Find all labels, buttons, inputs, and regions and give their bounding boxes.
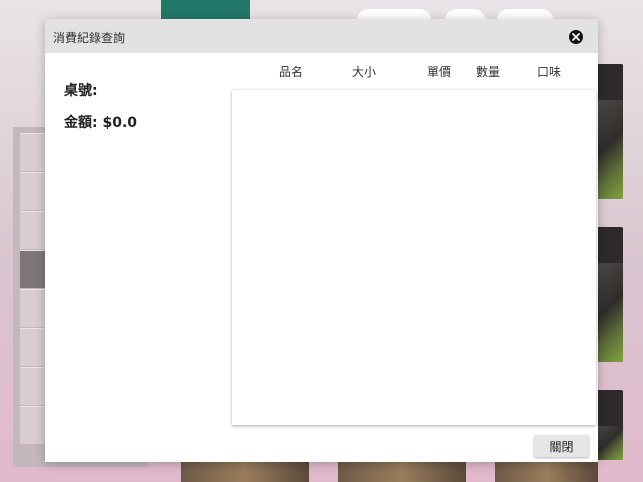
menu-card[interactable] bbox=[597, 227, 623, 362]
column-header-flavor: 口味 bbox=[537, 65, 562, 79]
menu-card-image bbox=[597, 100, 623, 199]
menu-card-price bbox=[597, 390, 623, 426]
amount-label: 金額: $0.0 bbox=[64, 115, 138, 131]
menu-item-photo[interactable] bbox=[495, 460, 598, 482]
dialog-header: 消費紀錄查詢 bbox=[45, 19, 598, 53]
sidebar-cell[interactable] bbox=[20, 133, 46, 171]
sidebar-cell[interactable] bbox=[20, 211, 46, 249]
close-button[interactable]: 關閉 bbox=[534, 435, 589, 457]
column-header-size: 大小 bbox=[352, 65, 377, 79]
sidebar-cell[interactable] bbox=[20, 367, 46, 405]
column-header-name: 品名 bbox=[279, 65, 304, 79]
sidebar-cell[interactable] bbox=[20, 328, 46, 366]
close-icon[interactable] bbox=[569, 30, 583, 44]
consumption-record-dialog: 消費紀錄查詢 桌號: 金額: $0.0 品名 大小 單價 數量 口味 關閉 bbox=[45, 19, 598, 462]
menu-card-price bbox=[597, 64, 623, 100]
menu-item-photo[interactable] bbox=[181, 460, 309, 482]
sidebar-cell[interactable] bbox=[20, 289, 46, 327]
table-number-label: 桌號: bbox=[64, 83, 98, 99]
sidebar-cell-active[interactable] bbox=[20, 250, 46, 288]
menu-card-image bbox=[597, 263, 623, 362]
column-header-quantity: 數量 bbox=[476, 65, 501, 79]
dialog-title: 消費紀錄查詢 bbox=[53, 31, 126, 45]
menu-card-image bbox=[597, 426, 623, 460]
sidebar-cell[interactable] bbox=[20, 172, 46, 210]
order-record-list[interactable] bbox=[232, 90, 596, 425]
menu-card[interactable] bbox=[597, 390, 623, 460]
column-header-unit-price: 單價 bbox=[427, 65, 452, 79]
sidebar-cell[interactable] bbox=[20, 406, 46, 444]
menu-card-price bbox=[597, 227, 623, 263]
menu-item-photo[interactable] bbox=[338, 460, 466, 482]
menu-card[interactable] bbox=[597, 64, 623, 199]
